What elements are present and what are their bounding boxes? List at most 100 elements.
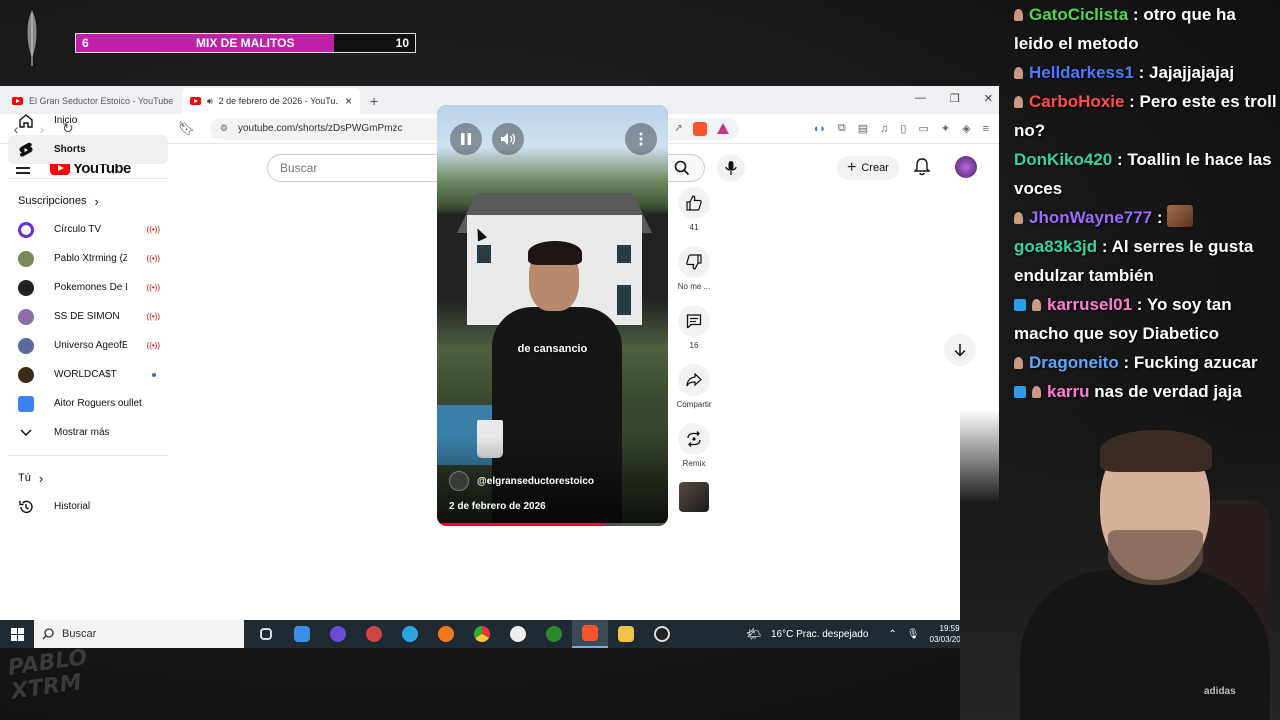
site-settings-icon[interactable]: ⚙ bbox=[220, 123, 228, 134]
sub-badge-icon bbox=[1014, 357, 1023, 369]
live-icon: ((•)) bbox=[146, 225, 160, 234]
comments-action: 16 bbox=[678, 305, 710, 350]
sidebar-divider bbox=[8, 178, 168, 179]
chevron-up-icon[interactable]: ⌃ bbox=[888, 629, 896, 640]
volume-icon bbox=[501, 133, 516, 145]
pause-icon bbox=[461, 133, 471, 145]
next-short-button[interactable] bbox=[944, 334, 976, 366]
speaker-icon: 🔊︎ bbox=[207, 95, 213, 106]
minimize-icon[interactable]: — bbox=[915, 92, 926, 105]
close-tab-icon[interactable]: × bbox=[345, 94, 352, 108]
brave-shields-icon[interactable] bbox=[692, 121, 707, 136]
pause-button[interactable] bbox=[450, 123, 482, 155]
channel-avatar bbox=[18, 366, 34, 383]
show-more-button[interactable]: Mostrar más bbox=[8, 418, 168, 447]
microphone-tray-icon[interactable]: 🎙︎ bbox=[907, 629, 920, 640]
chrome-icon[interactable] bbox=[464, 620, 500, 648]
subscriptions-heading[interactable]: Suscripciones › bbox=[8, 187, 168, 215]
sidebar-item-subscription[interactable]: Pokemones De L... ((•)) bbox=[8, 273, 168, 302]
share-icon[interactable]: ↗ bbox=[674, 123, 682, 134]
wallet-icon[interactable]: ▭ bbox=[918, 122, 928, 135]
firefox-icon[interactable] bbox=[428, 620, 464, 648]
chat-message: goa83k3jd : Al serres le gusta endulzar … bbox=[1014, 237, 1254, 285]
translate-icon[interactable]: ◖◗ bbox=[813, 123, 826, 135]
channel-info[interactable]: @elgranseductorestoico bbox=[449, 471, 594, 491]
taskbar-search[interactable]: Buscar bbox=[34, 620, 244, 648]
voice-search-button[interactable] bbox=[717, 154, 745, 182]
remix-button[interactable] bbox=[678, 423, 710, 455]
clock-time: 19:59 bbox=[939, 624, 960, 633]
you-label: Tú bbox=[18, 472, 31, 484]
channel-avatar[interactable] bbox=[449, 471, 469, 491]
chat-text: nas de verdad jaja bbox=[1094, 382, 1242, 401]
chat-username: goa83k3jd bbox=[1014, 237, 1098, 256]
sidebar-item-subscription[interactable]: SS DE SIMON ((•)) bbox=[8, 302, 168, 331]
new-tab-button[interactable]: + bbox=[370, 93, 378, 109]
remix-action: Remix bbox=[678, 423, 710, 468]
share-button[interactable] bbox=[678, 364, 710, 396]
short-title[interactable]: 2 de febrero de 2026 bbox=[449, 501, 546, 512]
feather-icon bbox=[27, 10, 37, 66]
tab-short[interactable]: 🔊︎ 2 de febrero de 2026 - YouTu... × bbox=[182, 88, 360, 114]
sidebar-item-subscription[interactable]: Pablo Xtrming (Z... ((•)) bbox=[8, 244, 168, 273]
sidebar-icon[interactable]: ▯ bbox=[900, 122, 906, 135]
vpn-icon[interactable]: ◈ bbox=[962, 122, 970, 135]
chevron-down-icon bbox=[18, 425, 34, 441]
video-progress-bar[interactable] bbox=[437, 523, 668, 526]
plus-icon: + bbox=[847, 159, 857, 176]
dislike-action: No me ... bbox=[678, 246, 710, 291]
chat-message: Helldarkess1 : Jajajjajajaj bbox=[1008, 58, 1280, 87]
comments-button[interactable] bbox=[678, 305, 710, 337]
sidebar-item-shorts[interactable]: Shorts bbox=[8, 135, 168, 164]
volume-button[interactable] bbox=[492, 123, 524, 155]
account-avatar[interactable] bbox=[955, 156, 977, 178]
menu-icon[interactable]: ≡ bbox=[983, 123, 989, 135]
bookmark-icon[interactable]: 🔖︎ bbox=[178, 120, 196, 137]
create-button[interactable]: + Crear bbox=[837, 156, 899, 180]
sub-badge-icon bbox=[1032, 299, 1041, 311]
sidebar-item-historial[interactable]: Historial bbox=[8, 492, 168, 521]
sub-badge-icon bbox=[1014, 67, 1023, 79]
sub-badge-icon bbox=[1014, 96, 1023, 108]
chrome-profile-icon[interactable] bbox=[320, 620, 356, 648]
brave-rewards-icon[interactable] bbox=[716, 123, 729, 134]
sidebar-item-subscription[interactable]: Universo AgeofE... ((•)) bbox=[8, 331, 168, 360]
more-options-button[interactable] bbox=[625, 123, 657, 155]
weather-text[interactable]: 16°C Prac. despejado bbox=[771, 629, 868, 640]
chat-username: karru bbox=[1047, 382, 1090, 401]
sidebar-item-subscription[interactable]: Aitor Roguers oullet bbox=[8, 389, 168, 418]
channel-avatar bbox=[18, 308, 34, 325]
dislike-button[interactable] bbox=[677, 246, 710, 278]
like-button[interactable] bbox=[678, 187, 710, 219]
media-player-icon[interactable] bbox=[500, 620, 536, 648]
create-label: Crear bbox=[861, 162, 889, 174]
obs-icon[interactable] bbox=[644, 620, 680, 648]
close-window-icon[interactable]: ✕ bbox=[984, 92, 993, 105]
telegram-icon[interactable] bbox=[392, 620, 428, 648]
you-heading[interactable]: Tú › bbox=[8, 464, 168, 492]
reading-mode-icon[interactable]: ▤ bbox=[858, 122, 868, 135]
leo-icon[interactable]: ✦ bbox=[941, 122, 950, 135]
sidebar-item-inicio[interactable]: Inicio bbox=[8, 106, 168, 135]
brave-taskbar-icon[interactable] bbox=[572, 620, 608, 648]
xbox-icon[interactable] bbox=[536, 620, 572, 648]
short-video-player[interactable]: de cansancio @elgranseductorestoico 2 de… bbox=[437, 105, 668, 526]
thumbs-down-icon bbox=[686, 254, 702, 270]
notifications-bell-icon[interactable] bbox=[914, 158, 930, 176]
chevron-right-icon: › bbox=[38, 470, 44, 486]
restore-icon[interactable]: ❐ bbox=[950, 92, 960, 105]
channel-avatar bbox=[18, 221, 34, 238]
settings-app-icon[interactable] bbox=[356, 620, 392, 648]
channel-name: Universo AgeofE... bbox=[54, 340, 127, 351]
channel-handle[interactable]: @elgranseductorestoico bbox=[477, 476, 594, 487]
store-icon[interactable] bbox=[284, 620, 320, 648]
file-explorer-icon[interactable] bbox=[608, 620, 644, 648]
start-button[interactable] bbox=[0, 620, 34, 648]
extensions-icon[interactable]: ⧉ bbox=[838, 122, 846, 135]
media-icon[interactable]: ♫ bbox=[880, 123, 888, 135]
sidebar-item-subscription[interactable]: Círculo TV ((•)) bbox=[8, 215, 168, 244]
sound-thumbnail[interactable] bbox=[679, 482, 709, 512]
task-view-icon[interactable] bbox=[248, 620, 284, 648]
sidebar-item-subscription[interactable]: WORLDCA$T bbox=[8, 360, 168, 389]
streamer-webcam: adidas bbox=[960, 410, 1280, 720]
